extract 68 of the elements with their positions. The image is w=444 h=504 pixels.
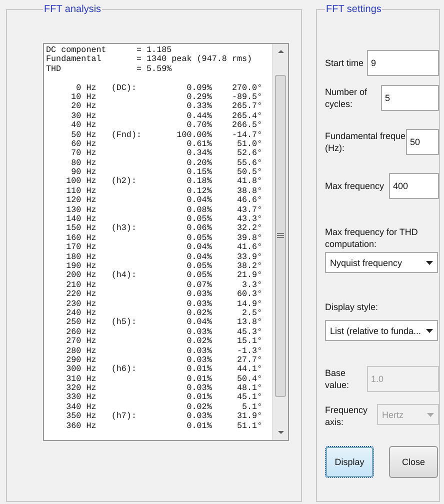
max-frequency-field[interactable]: 400 xyxy=(389,173,439,199)
result-line: 320 Hz 0.03% 48.1° xyxy=(65,384,264,394)
base-value-label: Base value: xyxy=(325,367,350,391)
result-line: 110 Hz 0.12% 38.8° xyxy=(65,186,264,196)
result-line: 360 Hz 0.01% 51.1° xyxy=(65,422,264,432)
frequency-axis-label: Frequency axis: xyxy=(325,404,369,428)
result-line: 280 Hz 0.03% -1.3° xyxy=(65,346,264,356)
scrollbar[interactable] xyxy=(272,44,288,440)
result-line: 260 Hz 0.03% 45.3° xyxy=(65,328,264,337)
result-line: 80 Hz 0.20% 55.6° xyxy=(70,158,264,168)
result-line: 240 Hz 0.02% 2.5° xyxy=(65,308,264,318)
start-time-label: Start time xyxy=(325,57,364,69)
result-line: 60 Hz 0.61% 51.0° xyxy=(70,140,264,149)
start-time-field[interactable]: 9 xyxy=(367,50,439,76)
display-style-dropdown[interactable]: List (relative to funda... xyxy=(325,320,438,341)
display-style-label: Display style: xyxy=(325,301,380,313)
result-line: 160 Hz 0.05% 39.8° xyxy=(65,234,264,243)
result-line: 140 Hz 0.05% 43.3° xyxy=(65,215,264,224)
result-line: 40 Hz 0.70% 266.5° xyxy=(70,121,264,130)
result-line: 330 Hz 0.01% 45.1° xyxy=(65,393,264,403)
display-button[interactable]: Display xyxy=(325,446,374,478)
caret-icon xyxy=(426,260,433,264)
caret-icon xyxy=(426,328,433,332)
fundamental-frequency-field[interactable]: 50 xyxy=(406,129,439,155)
result-line: 90 Hz 0.15% 50.5° xyxy=(71,168,264,178)
thd-frequency-dropdown[interactable]: Nyquist frequency xyxy=(325,252,438,273)
result-line: 50 Hz (Fnd): 100.00% -14.7° xyxy=(70,130,264,140)
group-title: FFT settings xyxy=(325,4,382,15)
result-line: 30 Hz 0.44% 265.4° xyxy=(70,112,264,121)
group-title: FFT analysis xyxy=(43,4,102,15)
cycles-field[interactable]: 5 xyxy=(381,85,439,111)
result-line: 210 Hz 0.07% 3.3° xyxy=(65,280,264,290)
summary-line: DC component = 1.185 xyxy=(46,46,172,55)
result-line: 170 Hz 0.04% 41.6° xyxy=(65,243,264,253)
result-line: 120 Hz 0.04% 46.6° xyxy=(65,196,264,206)
result-line: 190 Hz 0.05% 38.2° xyxy=(65,262,264,271)
result-line: 0 Hz (DC): 0.09% 270.0° xyxy=(75,84,264,93)
result-line: 300 Hz (h6): 0.01% 44.1° xyxy=(65,365,264,375)
scroll-up-icon[interactable] xyxy=(276,49,284,54)
fundamental-frequency-label: Fundamental freque xyxy=(325,130,406,142)
result-line: 290 Hz 0.03% 27.7° xyxy=(65,356,264,365)
results-list[interactable] xyxy=(43,43,289,441)
close-button[interactable]: Close xyxy=(389,446,438,478)
result-line: 270 Hz 0.02% 15.1° xyxy=(65,337,264,346)
result-line: 350 Hz (h7): 0.03% 31.9° xyxy=(65,412,264,422)
fundamental-frequency-unit: (Hz): xyxy=(325,142,346,154)
scroll-thumb[interactable] xyxy=(275,75,286,397)
caret-icon xyxy=(427,412,434,416)
result-line: 70 Hz 0.34% 52.6° xyxy=(70,149,264,159)
thd-frequency-label: Max frequency for THD computation: xyxy=(325,226,419,250)
scroll-down-icon[interactable] xyxy=(276,430,284,435)
result-line: 230 Hz 0.03% 14.9° xyxy=(65,300,264,309)
cycles-label: Number of cycles: xyxy=(325,86,368,110)
grip-icon xyxy=(277,233,284,239)
result-line: 10 Hz 0.29% -89.5° xyxy=(70,92,264,102)
result-line: 20 Hz 0.33% 265.7° xyxy=(70,102,264,112)
summary-line: Fundamental = 1340 peak (947.8 rms) xyxy=(46,55,254,65)
result-line: 180 Hz 0.04% 33.9° xyxy=(65,252,264,262)
result-line: 100 Hz (h2): 0.18% 41.8° xyxy=(65,177,264,187)
result-line: 150 Hz (h3): 0.06% 32.2° xyxy=(65,224,264,234)
result-line: 220 Hz 0.03% 60.3° xyxy=(65,290,264,300)
result-line: 200 Hz (h4): 0.05% 21.9° xyxy=(65,271,264,281)
result-line: 340 Hz 0.02% 5.1° xyxy=(65,402,264,412)
summary-line: THD = 5.59% xyxy=(46,64,173,74)
max-frequency-label: Max frequency xyxy=(325,180,384,192)
result-line: 310 Hz 0.01% 50.4° xyxy=(65,374,264,384)
result-line: 130 Hz 0.08% 43.7° xyxy=(65,206,264,215)
result-line: 250 Hz (h5): 0.04% 13.8° xyxy=(65,318,264,328)
